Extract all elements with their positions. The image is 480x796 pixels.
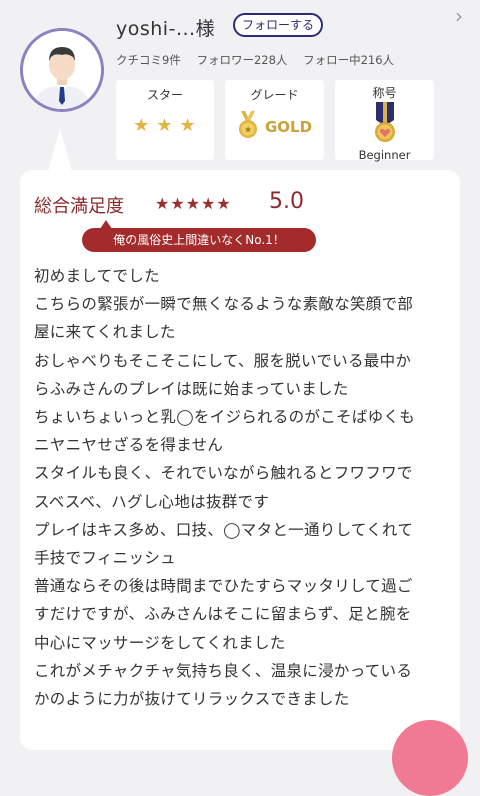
speech-bubble-tip xyxy=(48,128,72,172)
review-line: プレイはキス多め、口技、◯マタと一通りしてくれて xyxy=(34,520,414,539)
review-line: 手技でフィニッシュ xyxy=(34,549,176,568)
overall-satisfaction-label: 総合満足度 xyxy=(34,196,124,217)
review-line: 屋に来てくれました xyxy=(34,323,176,342)
svg-text:★: ★ xyxy=(244,126,252,136)
follow-button[interactable]: フォローする xyxy=(233,13,323,37)
review-line: らふみさんのプレイは既に始まっていました xyxy=(34,379,349,398)
grade-value: GOLD xyxy=(264,118,313,136)
overall-star-rating: ★★★★★ xyxy=(155,194,232,213)
review-line: 普通ならその後は時間までひたすらマッタリして過ご xyxy=(34,577,413,596)
review-line: かのように力が抜けてリラックスできました xyxy=(34,690,350,709)
star-card: スター ★★★ xyxy=(116,80,214,160)
grade-card-title: グレード xyxy=(250,88,299,102)
review-line: おしゃべりもそこそこにして、服を脱いでいる最中か xyxy=(34,351,412,370)
star-rating-icons: ★★★ xyxy=(133,115,203,136)
chevron-right-icon[interactable]: › xyxy=(455,4,463,28)
title-value: Beginner xyxy=(358,148,411,162)
profile-stats: クチコミ9件 フォロワー228人 フォロー中216人 xyxy=(116,52,406,68)
review-line: スベスベ、ハグし心地は抜群です xyxy=(34,492,270,511)
review-line: ニヤニヤせざるを得ません xyxy=(34,436,224,455)
review-card: 総合満足度 ★★★★★ 5.0 俺の風俗史上間違いなくNo.1！ 初めましてでし… xyxy=(20,170,460,750)
catchphrase-badge: 俺の風俗史上間違いなくNo.1！ xyxy=(82,228,316,252)
floating-action-button[interactable] xyxy=(392,720,468,796)
title-card: 称号 Beginner xyxy=(335,80,434,162)
gold-medal-icon: ★ xyxy=(237,111,259,143)
following-count[interactable]: フォロー中216人 xyxy=(303,53,394,67)
review-line: スタイルも良く、それでいながら触れるとフワフワで xyxy=(34,464,413,483)
ribbon-medal-icon xyxy=(335,102,434,148)
follower-count[interactable]: フォロワー228人 xyxy=(196,53,287,67)
username[interactable]: yoshi-...様 xyxy=(116,14,215,41)
review-line: こちらの緊張が一瞬で無くなるような素敵な笑顔で部 xyxy=(34,295,414,314)
review-line: ちょいちょいっと乳◯をイジられるのがこそばゆくも xyxy=(34,408,416,427)
title-card-title: 称号 xyxy=(372,86,397,100)
overall-score: 5.0 xyxy=(269,189,304,214)
review-line: 初めましてでした xyxy=(34,267,160,285)
user-avatar-icon[interactable] xyxy=(20,28,104,112)
review-count[interactable]: クチコミ9件 xyxy=(116,53,181,67)
review-line: すだけですが、ふみさんはそこに留まらず、足と腕を xyxy=(34,605,412,624)
review-body: 初めましてでした こちらの緊張が一瞬で無くなるような素敵な笑顔で部 屋に来てくれ… xyxy=(34,262,454,713)
review-line: これがメチャクチャ気持ち良く、温泉に浸かっている xyxy=(34,661,413,680)
review-line: 中心にマッサージをしてくれました xyxy=(34,633,286,652)
grade-card: グレード ★ GOLD xyxy=(225,80,324,160)
star-card-title: スター xyxy=(146,88,183,102)
